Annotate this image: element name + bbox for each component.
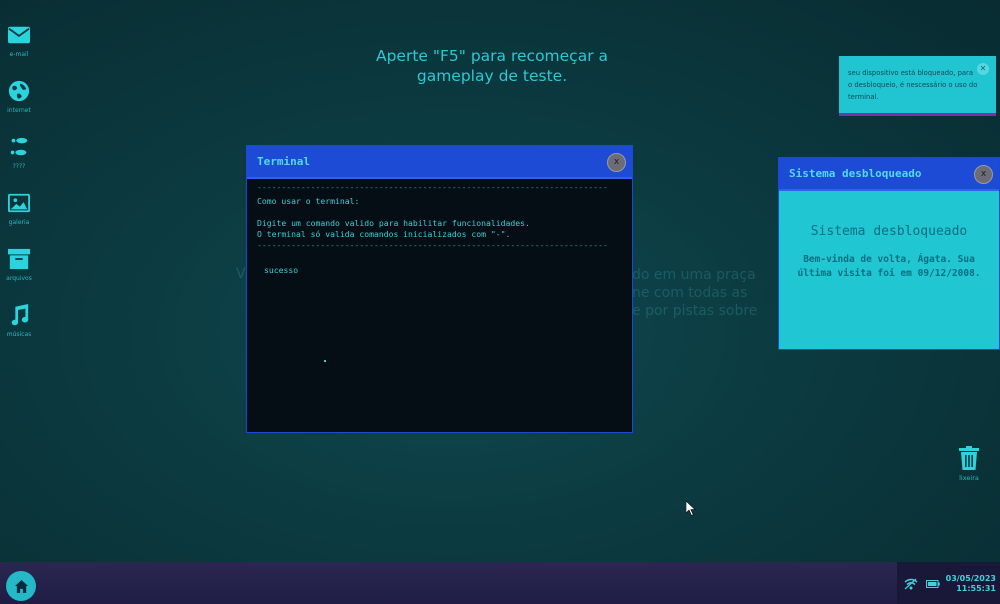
desktop-icon-label: arquivos (6, 275, 32, 282)
globe-icon (8, 80, 30, 102)
desktop-icon-mystery[interactable]: ???? (0, 136, 38, 170)
desktop-icon-internet[interactable]: internet (0, 80, 38, 114)
archive-icon (8, 248, 30, 270)
unlock-window-title: Sistema desbloqueado (789, 167, 922, 180)
desktop-icon-music[interactable]: músicas (0, 304, 38, 338)
desktop-icon-trash[interactable]: lixeira (950, 446, 988, 482)
background-story-line: ne com todas as (632, 285, 748, 301)
welcome-message: Bem-vinda de volta, Ágata. Sua última vi… (797, 254, 981, 279)
terminal-cursor (324, 360, 326, 362)
unlock-content: Sistema desbloqueado Bem-vinda de volta,… (779, 222, 999, 281)
notification-text: seu dispositivo está bloqueado, para o d… (848, 69, 978, 101)
terminal-divider: ----------------------------------------… (257, 182, 608, 192)
unlock-heading: Sistema desbloqueado (810, 224, 968, 239)
terminal-body[interactable]: ----------------------------------------… (247, 179, 632, 276)
background-story-line: e por pistas sobre (632, 303, 758, 319)
music-note-icon (11, 304, 29, 326)
wifi-icon[interactable] (904, 578, 918, 590)
battery-icon[interactable] (926, 580, 940, 588)
desktop-icon-files[interactable]: arquivos (0, 248, 38, 282)
desktop-icon-label: e-mail (9, 51, 29, 58)
terminal-instruction: O terminal só valida comandos inicializa… (257, 229, 511, 239)
terminal-divider: ----------------------------------------… (257, 240, 608, 250)
desktop-icon-label: músicas (6, 331, 32, 338)
background-story-line: do em uma praça (632, 267, 756, 283)
unlock-window: Sistema desbloqueado x Sistema desbloque… (778, 157, 1000, 350)
trash-icon (959, 446, 979, 470)
home-button[interactable] (6, 571, 36, 601)
lock-notification: seu dispositivo está bloqueado, para o d… (839, 56, 996, 116)
background-story-text: do em uma praça ne com todas as e por pi… (632, 266, 772, 320)
desktop-icon-email[interactable]: e-mail (0, 24, 38, 58)
notification-close-icon[interactable]: ✕ (977, 63, 989, 75)
mouse-pointer-icon (686, 501, 696, 516)
restart-hint: Aperte "F5" para recomeçar a gameplay de… (375, 47, 608, 85)
terminal-output: sucesso (264, 265, 299, 275)
background-letter: V (236, 266, 246, 282)
clock[interactable]: 03/05/2023 11:55:31 (946, 574, 996, 594)
system-tray: 03/05/2023 11:55:31 (897, 562, 1000, 604)
trash-label: lixeira (959, 474, 979, 482)
taskbar: 03/05/2023 11:55:31 (0, 562, 1000, 604)
desktop-icon-gallery[interactable]: galeria (0, 192, 38, 226)
terminal-heading: Como usar o terminal: (257, 196, 360, 206)
terminal-titlebar[interactable]: Terminal (247, 146, 632, 179)
footprints-icon (10, 137, 28, 156)
terminal-window: Terminal x -----------------------------… (246, 145, 633, 433)
terminal-close-button[interactable]: x (607, 153, 626, 172)
terminal-title: Terminal (257, 155, 310, 168)
home-icon (14, 579, 28, 593)
desktop-icon-label: ???? (12, 163, 26, 170)
unlock-titlebar[interactable]: Sistema desbloqueado (779, 158, 999, 191)
desktop-icon-label: internet (7, 107, 31, 114)
terminal-instruction: Digite um comando valido para habilitar … (257, 218, 530, 228)
clock-date: 03/05/2023 (945, 574, 996, 583)
mail-icon (8, 26, 30, 44)
image-icon (8, 193, 30, 213)
desktop-icon-label: galeria (8, 219, 30, 226)
unlock-close-button[interactable]: x (974, 165, 993, 184)
clock-time: 11:55:31 (956, 584, 996, 593)
